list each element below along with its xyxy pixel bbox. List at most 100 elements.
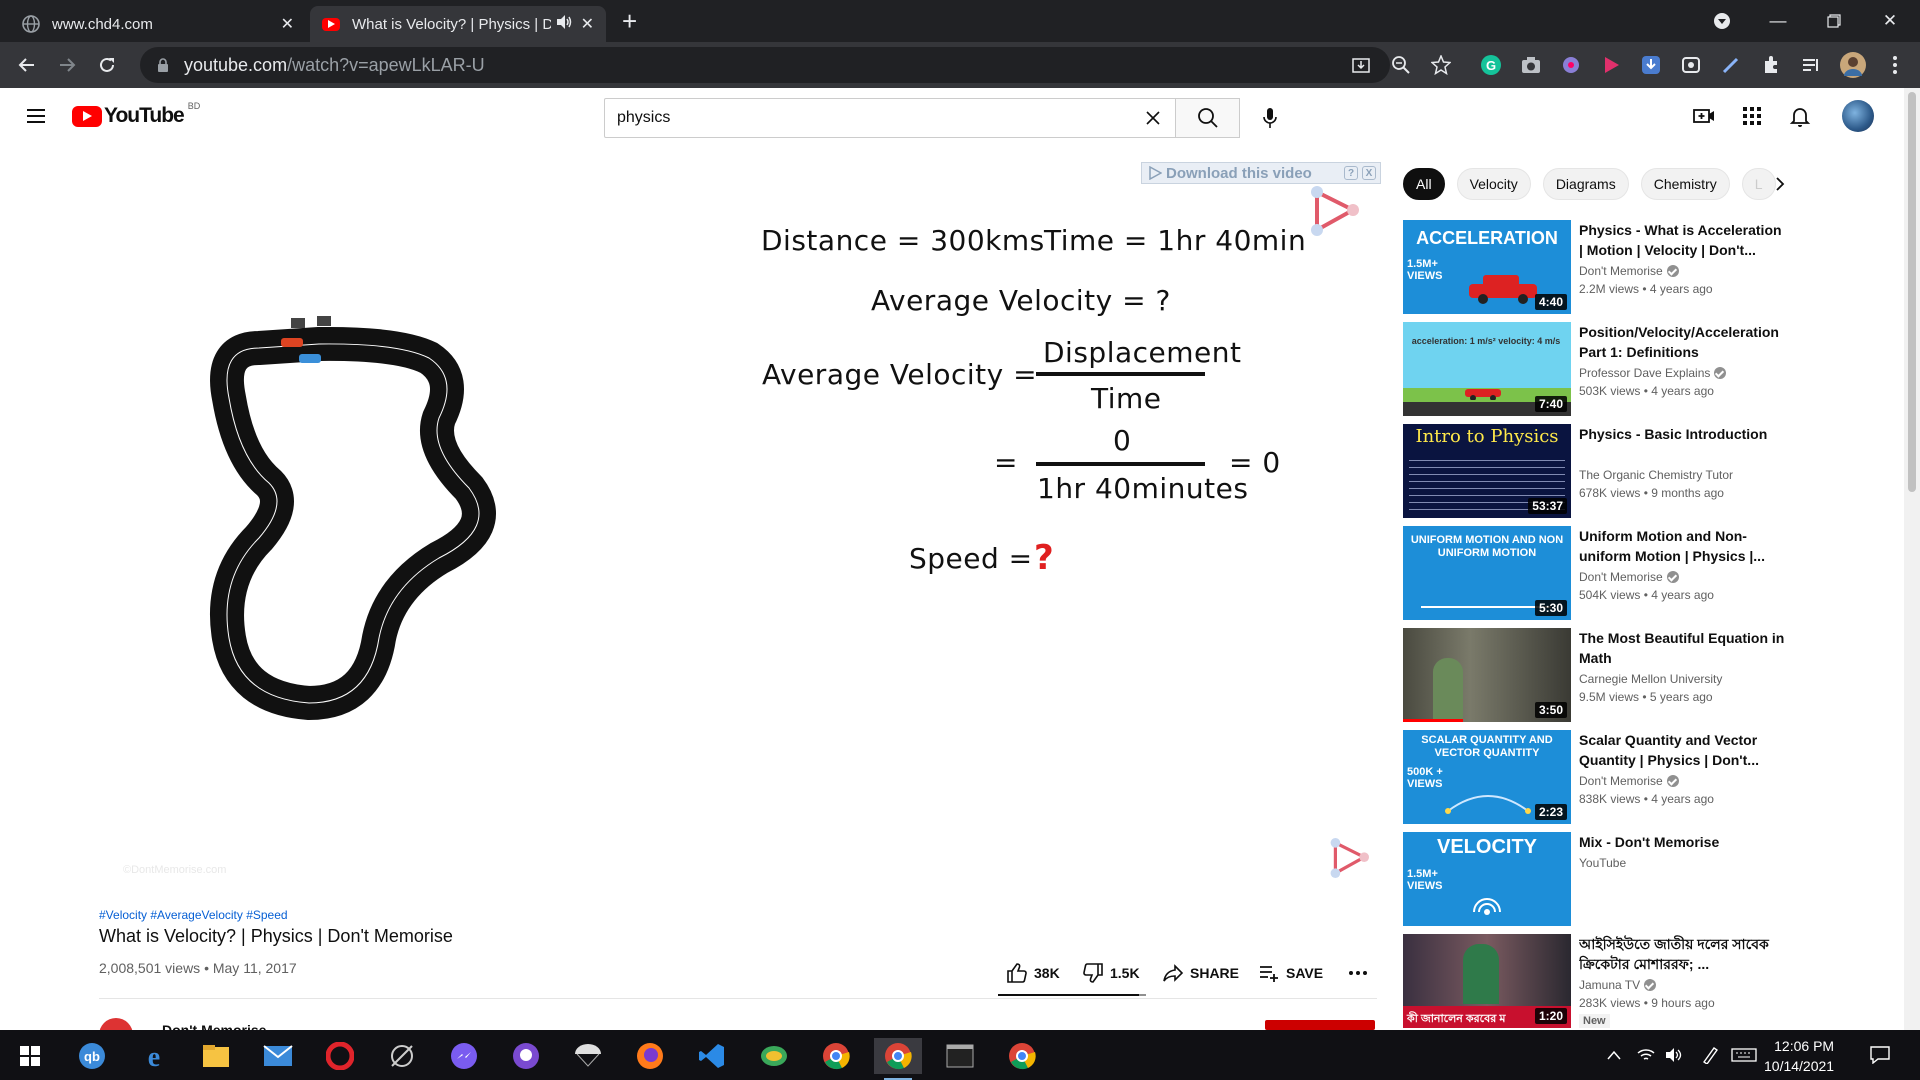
- more-actions-button[interactable]: [1348, 962, 1374, 984]
- tab-youtube[interactable]: What is Velocity? | Physics | D ✕: [310, 6, 606, 42]
- volume-icon[interactable]: [1664, 1045, 1684, 1065]
- related-item[interactable]: কী জানালেন করবের ম 1:20 আইসিইউতে জাতীয় …: [1403, 934, 1873, 1028]
- chrome-icon[interactable]: [812, 1038, 860, 1074]
- wifi-icon[interactable]: [1636, 1045, 1656, 1065]
- video-hashtags[interactable]: #Velocity #AverageVelocity #Speed: [99, 908, 288, 922]
- youtube-logo[interactable]: YouTube BD: [72, 101, 200, 128]
- download-video-overlay[interactable]: Download this video ? X: [1141, 162, 1381, 184]
- eq-average-question: Average Velocity = ?: [871, 284, 1171, 317]
- start-windows-icon[interactable]: [6, 1038, 54, 1074]
- install-app-icon[interactable]: [1350, 54, 1372, 76]
- chip-diagrams[interactable]: Diagrams: [1542, 168, 1629, 200]
- scrollbar-thumb[interactable]: [1908, 92, 1916, 492]
- close-window-icon[interactable]: ✕: [1862, 0, 1918, 42]
- vscode-icon[interactable]: [688, 1038, 736, 1074]
- firefox-icon[interactable]: [626, 1038, 674, 1074]
- back-icon[interactable]: [14, 52, 40, 78]
- related-item[interactable]: ACCELERATION 1.5M+ VIEWS 4:40 Physics - …: [1403, 220, 1873, 314]
- like-button[interactable]: 38K: [1006, 962, 1060, 984]
- restore-icon[interactable]: [1806, 0, 1862, 42]
- audio-playing-icon[interactable]: [556, 15, 573, 33]
- video-thumbnail[interactable]: acceleration: 1 m/s² velocity: 4 m/s 7:4…: [1403, 322, 1571, 416]
- page-scrollbar[interactable]: [1904, 88, 1920, 1030]
- voice-search-button[interactable]: [1254, 102, 1286, 134]
- bookmark-star-icon[interactable]: [1430, 54, 1452, 76]
- zoom-icon[interactable]: [1390, 54, 1412, 76]
- search-button[interactable]: [1176, 98, 1240, 138]
- related-item[interactable]: SCALAR QUANTITY AND VECTOR QUANTITY 500K…: [1403, 730, 1873, 824]
- mail-icon[interactable]: [254, 1038, 302, 1074]
- forward-icon[interactable]: [54, 52, 80, 78]
- create-video-icon[interactable]: [1692, 104, 1716, 128]
- satellite-app-icon[interactable]: [378, 1038, 426, 1074]
- menu-icon[interactable]: [24, 104, 48, 128]
- taskbar-clock[interactable]: 12:06 PM 10/14/2021: [1764, 1036, 1834, 1076]
- download-extension-icon[interactable]: [1640, 54, 1662, 76]
- keyboard-icon[interactable]: [1730, 1045, 1758, 1065]
- maps-app-icon[interactable]: [750, 1038, 798, 1074]
- close-tab-icon[interactable]: ✕: [581, 14, 594, 34]
- video-thumbnail[interactable]: ACCELERATION 1.5M+ VIEWS 4:40: [1403, 220, 1571, 314]
- edge-icon[interactable]: e: [130, 1038, 178, 1074]
- chip-chemistry[interactable]: Chemistry: [1640, 168, 1730, 200]
- chrome-profile-icon[interactable]: [998, 1038, 1046, 1074]
- address-bar[interactable]: youtube.com/watch?v=apewLkLAR-U: [140, 47, 1390, 83]
- messenger-icon[interactable]: [440, 1038, 488, 1074]
- extension-flag-icon[interactable]: [1600, 54, 1622, 76]
- dislike-button[interactable]: 1.5K: [1082, 962, 1140, 984]
- pen-extension-icon[interactable]: [1720, 54, 1742, 76]
- chip-all[interactable]: All: [1403, 168, 1445, 200]
- new-tab-icon[interactable]: +: [622, 8, 637, 34]
- reading-list-icon[interactable]: [1800, 54, 1822, 76]
- apps-grid-icon[interactable]: [1740, 104, 1764, 128]
- camera-extension-icon[interactable]: [1520, 54, 1542, 76]
- chrome-active-icon[interactable]: [874, 1038, 922, 1080]
- related-item[interactable]: UNIFORM MOTION AND NON UNIFORM MOTION 5:…: [1403, 526, 1873, 620]
- subscribe-button[interactable]: [1265, 1020, 1375, 1030]
- share-button[interactable]: SHARE: [1162, 962, 1239, 984]
- video-thumbnail[interactable]: কী জানালেন করবের ম 1:20: [1403, 934, 1571, 1028]
- chevron-right-icon[interactable]: [1770, 174, 1790, 194]
- help-icon[interactable]: ?: [1344, 166, 1358, 180]
- youtube-header: YouTube BD physics: [0, 88, 1904, 144]
- reload-icon[interactable]: [94, 52, 120, 78]
- video-thumbnail[interactable]: SCALAR QUANTITY AND VECTOR QUANTITY 500K…: [1403, 730, 1571, 824]
- extension-icon[interactable]: [1560, 54, 1582, 76]
- notification-center-icon[interactable]: [1868, 1045, 1892, 1065]
- puzzle-extensions-icon[interactable]: [1760, 54, 1782, 76]
- tab-search-icon[interactable]: [1694, 0, 1750, 42]
- screen-extension-icon[interactable]: [1680, 54, 1702, 76]
- video-thumbnail[interactable]: VELOCITY 1.5M+ VIEWS: [1403, 832, 1571, 926]
- notifications-bell-icon[interactable]: [1788, 104, 1812, 128]
- related-item[interactable]: acceleration: 1 m/s² velocity: 4 m/s 7:4…: [1403, 322, 1873, 416]
- pen-icon[interactable]: [1700, 1045, 1720, 1065]
- video-thumbnail[interactable]: Intro to Physics 53:37: [1403, 424, 1571, 518]
- terminal-icon[interactable]: [936, 1038, 984, 1074]
- browser-menu-icon[interactable]: [1884, 54, 1906, 76]
- related-channel: Professor Dave Explains: [1579, 366, 1727, 380]
- opera-icon[interactable]: [316, 1038, 364, 1074]
- file-explorer-icon[interactable]: [192, 1038, 240, 1074]
- save-button[interactable]: SAVE: [1258, 962, 1323, 984]
- thumb-text: VELOCITY: [1436, 836, 1537, 858]
- github-desktop-icon[interactable]: [502, 1038, 550, 1074]
- qbittorrent-icon[interactable]: qb: [68, 1038, 116, 1074]
- tab-chd4[interactable]: www.chd4.com ✕: [10, 6, 306, 42]
- minimize-icon[interactable]: —: [1750, 0, 1806, 42]
- related-item[interactable]: VELOCITY 1.5M+ VIEWS Mix - Don't Memoris…: [1403, 832, 1873, 926]
- video-player[interactable]: Distance = 300kms Time = 1hr 40min Avera…: [99, 168, 1379, 888]
- video-thumbnail[interactable]: UNIFORM MOTION AND NON UNIFORM MOTION 5:…: [1403, 526, 1571, 620]
- parachute-app-icon[interactable]: [564, 1038, 612, 1074]
- close-overlay-icon[interactable]: X: [1362, 166, 1376, 180]
- related-item[interactable]: Intro to Physics 53:37 Physics - Basic I…: [1403, 424, 1873, 518]
- profile-avatar[interactable]: [1840, 52, 1866, 78]
- search-input[interactable]: physics: [604, 98, 1176, 138]
- account-avatar[interactable]: [1842, 100, 1874, 132]
- close-tab-icon[interactable]: ✕: [281, 14, 294, 34]
- chip-velocity[interactable]: Velocity: [1456, 168, 1531, 200]
- clear-search-icon[interactable]: [1143, 108, 1163, 128]
- grammarly-extension-icon[interactable]: G: [1480, 54, 1502, 76]
- tray-chevron-up-icon[interactable]: [1604, 1045, 1624, 1065]
- video-thumbnail[interactable]: 3:50: [1403, 628, 1571, 722]
- related-item[interactable]: 3:50 The Most Beautiful Equation in Math…: [1403, 628, 1873, 722]
